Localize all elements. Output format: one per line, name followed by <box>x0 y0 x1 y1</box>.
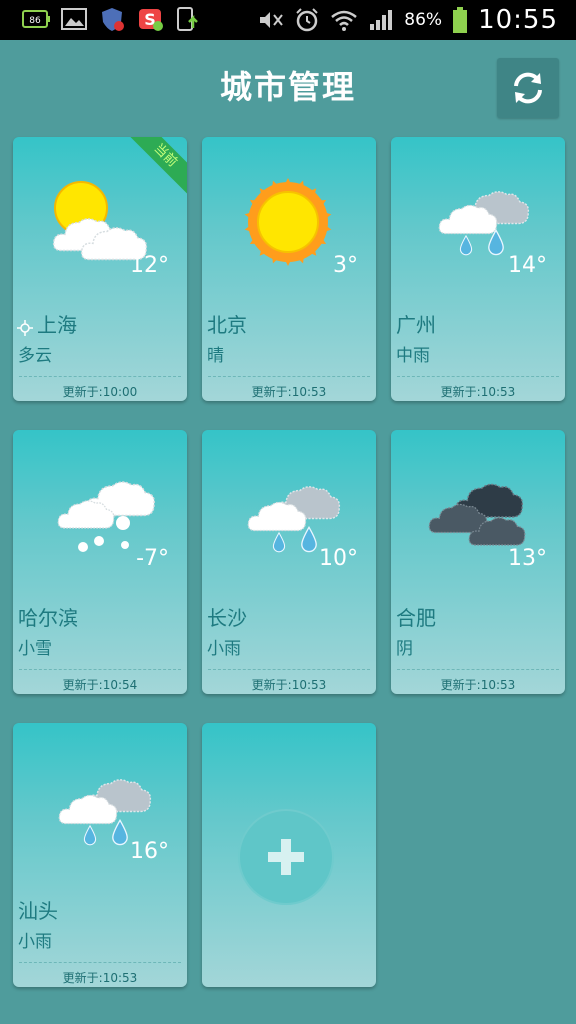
city-card-changsha[interactable]: 10° 长沙 小雨 更新于:10:53 <box>202 430 376 694</box>
temperature: 3° <box>333 253 358 278</box>
add-city-card[interactable] <box>202 723 376 987</box>
phone-update-icon <box>174 6 202 32</box>
image-icon <box>60 6 88 32</box>
divider <box>19 376 181 377</box>
city-card-harbin[interactable]: -7° 哈尔滨 小雪 更新于:10:54 <box>13 430 187 694</box>
clock: 10:55 <box>478 5 558 35</box>
plus-icon <box>268 839 304 875</box>
weather-condition: 中雨 <box>396 346 430 366</box>
divider <box>397 376 559 377</box>
battery-notification-icon: 86 <box>22 6 50 32</box>
weather-condition: 小雨 <box>18 932 52 952</box>
update-time: 更新于:10:00 <box>62 385 138 399</box>
temperature: 14° <box>508 253 547 278</box>
weather-condition: 多云 <box>18 346 52 366</box>
weather-condition: 晴 <box>207 346 224 366</box>
add-city-button[interactable] <box>238 809 334 905</box>
city-name: 广州 <box>396 313 436 337</box>
location-icon <box>17 320 33 336</box>
page-title: 城市管理 <box>219 68 356 106</box>
temperature: 13° <box>508 546 547 571</box>
city-name: 汕头 <box>18 899 58 923</box>
update-time: 更新于:10:53 <box>440 678 516 692</box>
divider <box>19 669 181 670</box>
refresh-icon <box>514 72 542 104</box>
divider <box>208 376 370 377</box>
refresh-button[interactable] <box>497 58 559 118</box>
city-name: 上海 <box>37 313 77 337</box>
update-time: 更新于:10:53 <box>251 385 327 399</box>
divider <box>397 669 559 670</box>
update-time: 更新于:10:53 <box>440 385 516 399</box>
battery-icon <box>453 7 468 33</box>
system-icons: 86% 10:55 <box>256 0 558 40</box>
signal-icon <box>370 10 393 30</box>
weather-condition: 小雪 <box>18 639 52 659</box>
app-s-icon: S <box>136 6 164 32</box>
city-card-shantou[interactable]: 16° 汕头 小雨 更新于:10:53 <box>13 723 187 987</box>
update-time: 更新于:10:54 <box>62 678 138 692</box>
alarm-icon <box>296 8 318 32</box>
city-name: 合肥 <box>396 606 436 630</box>
update-time: 更新于:10:53 <box>251 678 327 692</box>
temperature: -7° <box>136 546 169 571</box>
city-card-shanghai[interactable]: 当前 12° 上海 多云 更新于:10:00 <box>13 137 187 401</box>
update-time: 更新于:10:53 <box>62 971 138 985</box>
shield-app-icon <box>98 6 126 32</box>
svg-text:86: 86 <box>29 16 41 26</box>
status-bar: 86 S 86% 10:55 <box>0 0 576 40</box>
city-name: 哈尔滨 <box>18 606 78 630</box>
weather-condition: 小雨 <box>207 639 241 659</box>
city-name: 长沙 <box>207 606 247 630</box>
divider <box>208 669 370 670</box>
temperature: 12° <box>130 253 169 278</box>
wifi-icon <box>331 10 358 31</box>
divider <box>19 962 181 963</box>
battery-percent: 86% <box>404 10 443 30</box>
city-card-beijing[interactable]: 3° 北京 晴 更新于:10:53 <box>202 137 376 401</box>
notification-icons: 86 S <box>22 6 202 32</box>
mute-icon <box>260 12 284 28</box>
city-card-guangzhou[interactable]: 14° 广州 中雨 更新于:10:53 <box>391 137 565 401</box>
temperature: 10° <box>319 546 358 571</box>
temperature: 16° <box>130 839 169 864</box>
city-name: 北京 <box>207 313 247 337</box>
weather-condition: 阴 <box>396 639 413 659</box>
city-card-hefei[interactable]: 13° 合肥 阴 更新于:10:53 <box>391 430 565 694</box>
